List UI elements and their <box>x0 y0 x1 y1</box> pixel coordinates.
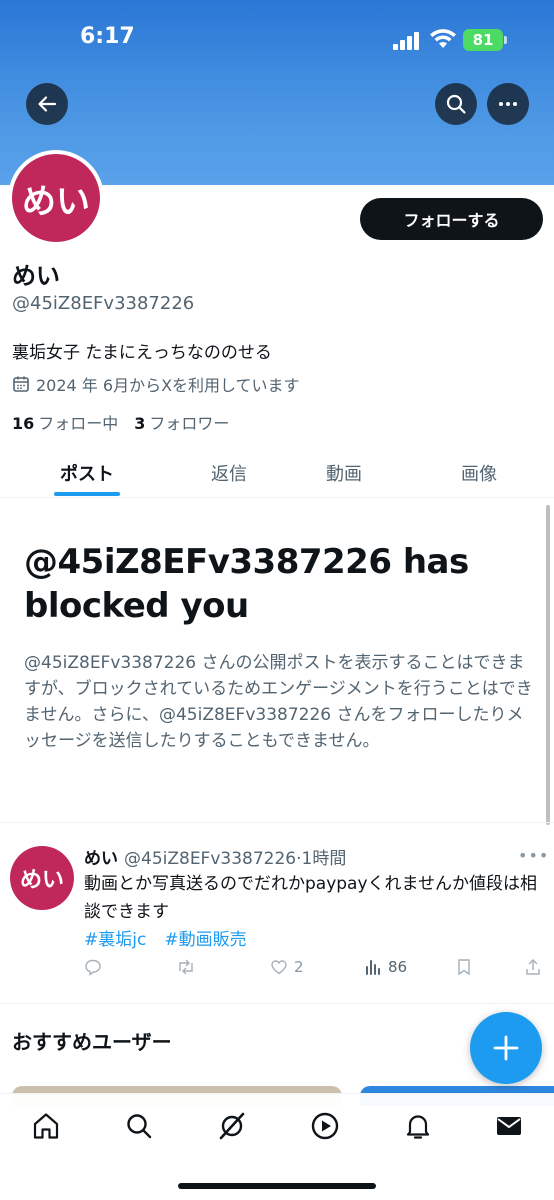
nav-messages[interactable] <box>493 1110 525 1142</box>
plus-icon <box>493 1035 519 1061</box>
joined-date: 2024 年 6月からXを利用しています <box>12 372 300 396</box>
more-horizontal-icon <box>499 102 517 106</box>
blocked-title: @45iZ8EFv3387226 has blocked you <box>24 542 469 626</box>
heart-icon <box>271 960 287 975</box>
tweet-text: 動画とか写真送るのでだれかpaypayくれませんか値段は相談できます <box>84 874 538 922</box>
nav-home[interactable] <box>30 1110 62 1142</box>
hashtag-link[interactable]: #動画販売 <box>164 925 246 950</box>
tweet-author-name[interactable]: めい <box>84 849 118 869</box>
profile-tabs: ポスト 返信 動画 画像 <box>0 448 554 498</box>
video-play-icon <box>311 1112 339 1140</box>
battery-indicator: 81 <box>463 29 507 51</box>
home-indicator[interactable] <box>178 1183 376 1189</box>
avatar-text: めい <box>22 181 90 222</box>
view-count: 86 <box>388 958 408 976</box>
compose-post-button[interactable] <box>470 1012 542 1084</box>
divider <box>0 1003 554 1004</box>
tab-images[interactable]: 画像 <box>422 448 536 498</box>
search-icon <box>127 1114 152 1139</box>
cellular-signal-icon <box>393 32 423 50</box>
following-link[interactable]: 16 フォロー中 <box>12 410 118 434</box>
arrow-left-icon <box>38 96 57 112</box>
search-button[interactable] <box>435 83 477 125</box>
home-icon <box>33 1113 59 1139</box>
repost-icon <box>179 959 193 975</box>
profile-bio: 裏垢女子 たまにえっちなののせる <box>12 343 272 363</box>
calendar-icon <box>13 376 29 392</box>
reply-button[interactable] <box>84 958 102 976</box>
views-button[interactable]: 86 <box>364 958 407 976</box>
search-icon <box>446 94 466 114</box>
followers-link[interactable]: 3 フォロワー <box>134 410 229 434</box>
grok-icon <box>219 1112 245 1140</box>
divider <box>0 822 554 823</box>
profile-handle: @45iZ8EFv3387226 <box>12 293 195 314</box>
repost-button[interactable] <box>176 958 196 976</box>
tweet-actions: 2 86 <box>84 958 544 982</box>
like-count: 2 <box>294 958 304 976</box>
joined-text: 2024 年 6月からXを利用しています <box>36 376 300 395</box>
nav-notifications[interactable] <box>402 1110 434 1142</box>
scrollbar[interactable] <box>546 505 550 825</box>
tweet-avatar-text: めい <box>19 868 64 893</box>
status-bar: 6:17 81 <box>0 22 554 56</box>
like-button[interactable]: 2 <box>270 958 304 976</box>
profile-avatar[interactable]: めい <box>8 150 104 246</box>
share-button[interactable] <box>524 958 542 976</box>
suggestions-heading: おすすめユーザー <box>12 1030 172 1054</box>
profile-name: めい <box>12 262 60 290</box>
mail-icon <box>497 1117 521 1135</box>
hashtag-link[interactable]: #裏垢jc <box>84 925 146 950</box>
back-button[interactable] <box>26 83 68 125</box>
tab-videos[interactable]: 動画 <box>287 448 401 498</box>
tweet-avatar[interactable]: めい <box>10 846 74 910</box>
active-tab-indicator <box>54 492 120 496</box>
tweet-hashtags: #裏垢jc #動画販売 <box>84 925 247 950</box>
follow-button[interactable]: フォローする <box>360 198 543 240</box>
tab-posts[interactable]: ポスト <box>30 448 144 498</box>
wifi-icon <box>430 29 456 48</box>
bell-icon <box>406 1115 430 1139</box>
nav-grok[interactable] <box>216 1110 248 1142</box>
nav-videos[interactable] <box>309 1110 341 1142</box>
share-icon <box>526 959 540 975</box>
status-time: 6:17 <box>80 24 135 49</box>
follow-counts: 16 フォロー中 3 フォロワー <box>12 410 229 434</box>
nav-search[interactable] <box>123 1110 155 1142</box>
tweet-more-button[interactable]: ••• <box>518 846 549 865</box>
reply-icon <box>85 959 101 976</box>
tweet-header: めい @45iZ8EFv3387226·1時間 <box>84 844 346 869</box>
tweet-handle-time: @45iZ8EFv3387226·1時間 <box>124 849 347 869</box>
tab-replies[interactable]: 返信 <box>172 448 286 498</box>
more-options-button[interactable] <box>487 83 529 125</box>
bookmark-button[interactable] <box>456 958 472 976</box>
blocked-description: @45iZ8EFv3387226 さんの公開ポストを表示することはできますが、ブ… <box>24 653 533 751</box>
analytics-icon <box>366 960 380 975</box>
bookmark-icon <box>458 959 470 976</box>
